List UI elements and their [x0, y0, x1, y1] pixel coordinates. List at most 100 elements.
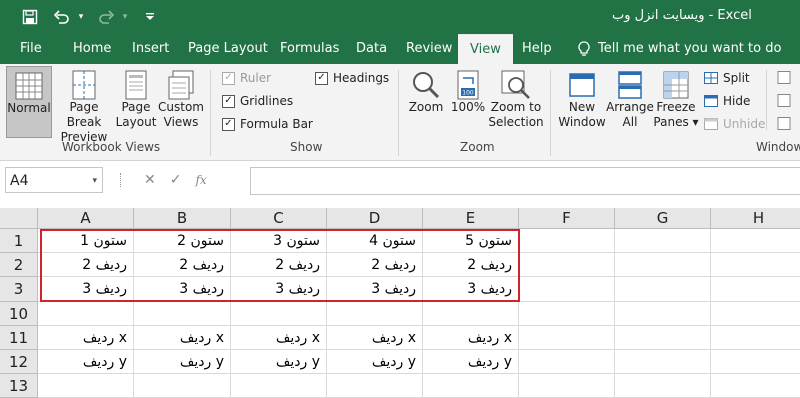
row-header-12[interactable]: 12: [0, 350, 38, 374]
row-header-13[interactable]: 13: [0, 374, 38, 398]
cell-f11[interactable]: [519, 326, 615, 350]
enter-icon[interactable]: ✓: [170, 172, 182, 188]
cell-e10[interactable]: [423, 302, 519, 326]
undo-dropdown-icon[interactable]: ▾: [76, 5, 86, 29]
cell-g12[interactable]: [615, 350, 711, 374]
tab-review[interactable]: Review: [406, 34, 452, 64]
tab-home[interactable]: Home: [73, 34, 111, 64]
page-break-preview-button[interactable]: Page Break Preview: [54, 70, 114, 145]
cell-a13[interactable]: [38, 374, 134, 398]
freeze-panes-button[interactable]: Freeze Panes ▾: [652, 70, 700, 130]
column-header-a[interactable]: A: [38, 208, 134, 229]
column-header-c[interactable]: C: [231, 208, 327, 229]
row-header-11[interactable]: 11: [0, 326, 38, 350]
column-header-d[interactable]: D: [327, 208, 423, 229]
page-layout-view-button[interactable]: Page Layout: [116, 70, 156, 130]
cell-f1[interactable]: [519, 229, 615, 253]
cell-h3[interactable]: [711, 277, 800, 302]
arrange-all-button[interactable]: Arrange All: [606, 70, 654, 130]
formula-bar-handle[interactable]: [120, 173, 123, 187]
customize-qat-icon[interactable]: [138, 5, 162, 29]
cell-c11[interactable]: ردیف x: [231, 326, 327, 350]
split-button[interactable]: Split: [704, 71, 750, 85]
cell-c3[interactable]: ردیف 3: [231, 277, 327, 302]
cell-f13[interactable]: [519, 374, 615, 398]
cell-d12[interactable]: ردیف y: [327, 350, 423, 374]
custom-views-button[interactable]: Custom Views: [158, 70, 204, 130]
cell-e1[interactable]: ستون 5: [423, 229, 519, 253]
redo-icon[interactable]: [94, 5, 118, 29]
column-header-b[interactable]: B: [134, 208, 231, 229]
new-window-button[interactable]: New Window: [556, 70, 608, 130]
cell-f3[interactable]: [519, 277, 615, 302]
cell-e13[interactable]: [423, 374, 519, 398]
select-all-corner[interactable]: [0, 208, 38, 229]
cell-d1[interactable]: ستون 4: [327, 229, 423, 253]
cell-d13[interactable]: [327, 374, 423, 398]
tab-formulas[interactable]: Formulas: [280, 34, 339, 64]
cell-e2[interactable]: ردیف 2: [423, 253, 519, 277]
ruler-checkbox[interactable]: ✓ Ruler: [222, 71, 271, 85]
cell-c13[interactable]: [231, 374, 327, 398]
cell-h1[interactable]: [711, 229, 800, 253]
tab-view[interactable]: View: [458, 34, 513, 65]
tab-data[interactable]: Data: [356, 34, 387, 64]
cell-b3[interactable]: ردیف 3: [134, 277, 231, 302]
cell-g1[interactable]: [615, 229, 711, 253]
tab-page-layout[interactable]: Page Layout: [188, 34, 268, 64]
cell-e3[interactable]: ردیف 3: [423, 277, 519, 302]
unhide-button[interactable]: Unhide: [704, 117, 765, 131]
undo-icon[interactable]: [50, 5, 74, 29]
row-header-3[interactable]: 3: [0, 277, 38, 302]
cell-a11[interactable]: ردیف x: [38, 326, 134, 350]
redo-dropdown-icon[interactable]: ▾: [120, 5, 130, 29]
column-header-f[interactable]: F: [519, 208, 615, 229]
cell-a1[interactable]: ستون 1: [38, 229, 134, 253]
cell-b13[interactable]: [134, 374, 231, 398]
cell-h13[interactable]: [711, 374, 800, 398]
save-icon[interactable]: [18, 5, 42, 29]
cell-g2[interactable]: [615, 253, 711, 277]
cell-a3[interactable]: ردیف 3: [38, 277, 134, 302]
cell-h2[interactable]: [711, 253, 800, 277]
cell-b11[interactable]: ردیف x: [134, 326, 231, 350]
insert-function-button[interactable]: fx: [195, 173, 206, 187]
normal-view-button[interactable]: Normal: [6, 66, 52, 138]
cell-c12[interactable]: ردیف y: [231, 350, 327, 374]
cell-e11[interactable]: ردیف x: [423, 326, 519, 350]
cell-d10[interactable]: [327, 302, 423, 326]
cell-f12[interactable]: [519, 350, 615, 374]
column-header-e[interactable]: E: [423, 208, 519, 229]
cell-d2[interactable]: ردیف 2: [327, 253, 423, 277]
cell-a12[interactable]: ردیف y: [38, 350, 134, 374]
hide-button[interactable]: Hide: [704, 94, 750, 108]
tab-insert[interactable]: Insert: [132, 34, 169, 64]
cell-b12[interactable]: ردیف y: [134, 350, 231, 374]
row-header-2[interactable]: 2: [0, 253, 38, 277]
cell-a10[interactable]: [38, 302, 134, 326]
column-header-h[interactable]: H: [711, 208, 800, 229]
cell-e12[interactable]: ردیف y: [423, 350, 519, 374]
tell-me-box[interactable]: Tell me what you want to do: [578, 34, 781, 64]
zoom-button[interactable]: Zoom: [406, 70, 446, 115]
cell-h12[interactable]: [711, 350, 800, 374]
cell-b1[interactable]: ستون 2: [134, 229, 231, 253]
name-box-dropdown-icon[interactable]: ▾: [92, 168, 97, 194]
zoom-100-button[interactable]: 100 100%: [450, 70, 486, 115]
cell-g10[interactable]: [615, 302, 711, 326]
formula-input[interactable]: [250, 167, 800, 195]
gridlines-checkbox[interactable]: ✓ Gridlines: [222, 94, 293, 108]
cell-g11[interactable]: [615, 326, 711, 350]
name-box[interactable]: A4 ▾: [5, 167, 103, 193]
cell-c10[interactable]: [231, 302, 327, 326]
zoom-to-selection-button[interactable]: Zoom to Selection: [488, 70, 544, 130]
tab-file[interactable]: File: [20, 34, 42, 64]
cell-a2[interactable]: ردیف 2: [38, 253, 134, 277]
cell-h10[interactable]: [711, 302, 800, 326]
cancel-icon[interactable]: ✕: [144, 172, 156, 188]
cell-d3[interactable]: ردیف 3: [327, 277, 423, 302]
cell-c2[interactable]: ردیف 2: [231, 253, 327, 277]
column-header-g[interactable]: G: [615, 208, 711, 229]
cell-b2[interactable]: ردیف 2: [134, 253, 231, 277]
tab-help[interactable]: Help: [522, 34, 552, 64]
